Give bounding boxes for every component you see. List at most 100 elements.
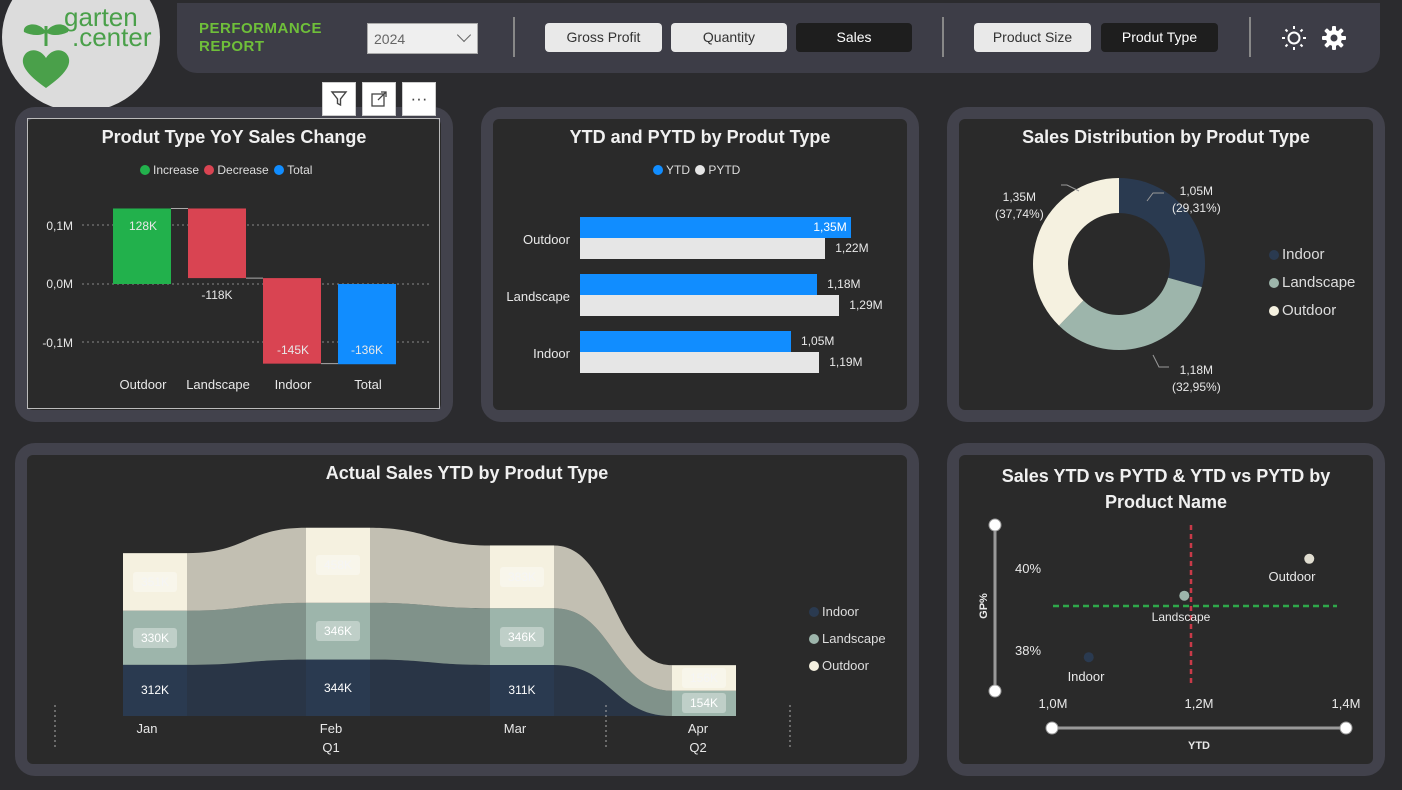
legend-landscape: Landscape bbox=[1282, 274, 1356, 291]
x-tick: Total bbox=[354, 377, 382, 392]
product-size-button[interactable]: Product Size bbox=[974, 23, 1091, 52]
quarter-tick: Q1 bbox=[322, 740, 340, 755]
legend-indoor: Indoor bbox=[822, 604, 859, 619]
legend-dot-landscape bbox=[809, 634, 819, 644]
ribbon-chart bbox=[54, 527, 791, 747]
year-dropdown[interactable]: 2024 bbox=[367, 23, 478, 54]
x-tick: Indoor bbox=[274, 377, 312, 392]
ribbon-value-badge: 383K bbox=[500, 566, 544, 587]
quarter-tick: Q2 bbox=[689, 740, 707, 755]
y-range-slider-handle[interactable] bbox=[988, 684, 1002, 698]
x-tick: Landscape bbox=[186, 377, 250, 392]
scatter-point-indoor[interactable] bbox=[1083, 652, 1094, 663]
report-title: PERFORMANCE REPORT bbox=[199, 20, 322, 56]
bar-value-label: 1,18M bbox=[827, 277, 861, 291]
slice-value: 1,35M bbox=[1002, 190, 1037, 204]
slice-value: 1,05M bbox=[1179, 184, 1214, 198]
logo-text: garten .center bbox=[64, 4, 152, 50]
more-options-icon[interactable]: ··· bbox=[402, 82, 436, 116]
pytd-bar[interactable] bbox=[580, 238, 826, 259]
chevron-down-icon bbox=[456, 27, 472, 43]
scatter-point-outdoor[interactable] bbox=[1304, 553, 1315, 564]
divider bbox=[513, 17, 515, 57]
point-label: Indoor bbox=[1067, 669, 1105, 684]
slice-pct: (29,31%) bbox=[1172, 201, 1221, 215]
x-axis-label: YTD bbox=[1188, 740, 1210, 752]
gear-icon[interactable] bbox=[1321, 25, 1347, 51]
y-tick: Landscape bbox=[506, 289, 570, 304]
ytd-bar[interactable] bbox=[580, 331, 792, 352]
ytd-bars-panel: YTD and PYTD by Produt Type YTD PYTD 1,3… bbox=[481, 107, 919, 422]
focus-mode-icon[interactable] bbox=[362, 82, 396, 116]
sales-button[interactable]: Sales bbox=[796, 23, 912, 52]
legend-dot-landscape bbox=[1269, 278, 1279, 288]
waterfall-chart bbox=[82, 207, 432, 365]
ribbon-landscape[interactable] bbox=[370, 602, 490, 665]
divider bbox=[942, 17, 944, 57]
ribbon-landscape[interactable] bbox=[187, 602, 306, 665]
waterfall-visual[interactable]: Produt Type YoY Sales Change Increase De… bbox=[27, 119, 441, 410]
donut-panel: Sales Distribution by Produt Type 1,05M … bbox=[947, 107, 1385, 422]
bar-label: 128K bbox=[128, 219, 158, 233]
product-type-button[interactable]: Produt Type bbox=[1101, 23, 1218, 52]
point-label: Landscape bbox=[1151, 610, 1211, 624]
bar-value-label: 1,35M bbox=[813, 220, 847, 234]
bar-label: -145K bbox=[276, 343, 310, 357]
bar-value-label: 1,22M bbox=[835, 241, 869, 255]
legend-dot-outdoor bbox=[1269, 306, 1279, 316]
scatter-panel: Sales YTD vs PYTD & YTD vs PYTD by Produ… bbox=[947, 443, 1385, 776]
waterfall-panel: Produt Type YoY Sales Change Increase De… bbox=[15, 107, 453, 422]
legend-ytd: YTD bbox=[666, 163, 690, 177]
waterfall-bar[interactable] bbox=[188, 208, 246, 279]
slice-pct: (32,95%) bbox=[1172, 380, 1221, 394]
leader-line bbox=[1061, 184, 1080, 192]
x-range-slider-handle[interactable] bbox=[1045, 721, 1059, 735]
ribbon-value-badge: 346K bbox=[500, 626, 544, 647]
report-title-line2: REPORT bbox=[199, 38, 265, 55]
ribbon-value-badge: 330K bbox=[133, 627, 177, 648]
header-bar: PERFORMANCE REPORT 2024 Gross Profit Qua… bbox=[177, 3, 1380, 73]
scatter-point-landscape[interactable] bbox=[1179, 590, 1190, 601]
ribbon-value-badge: 312K bbox=[140, 683, 170, 698]
x-range-slider-handle[interactable] bbox=[1339, 721, 1353, 735]
ytd-bar[interactable] bbox=[580, 217, 852, 238]
x-tick: Feb bbox=[319, 721, 343, 736]
scatter-visual[interactable]: Sales YTD vs PYTD & YTD vs PYTD by Produ… bbox=[959, 455, 1373, 764]
bar-value-label: 1,29M bbox=[849, 298, 883, 312]
gross-profit-button[interactable]: Gross Profit bbox=[545, 23, 662, 52]
donut-label-landscape: 1,18M (32,95%) bbox=[1172, 362, 1221, 396]
filter-icon[interactable] bbox=[322, 82, 356, 116]
y-tick: Indoor bbox=[533, 346, 570, 361]
donut-visual[interactable]: Sales Distribution by Produt Type 1,05M … bbox=[959, 119, 1373, 410]
x-tick: 1,0M bbox=[1038, 696, 1068, 711]
y-tick: -0,1M bbox=[42, 336, 73, 350]
donut-slice-outdoor[interactable] bbox=[1033, 178, 1119, 326]
leader-line bbox=[1152, 354, 1169, 368]
ribbon-outdoor[interactable] bbox=[370, 527, 490, 609]
ytd-bars-visual[interactable]: YTD and PYTD by Produt Type YTD PYTD 1,3… bbox=[493, 119, 907, 410]
divider bbox=[1249, 17, 1251, 57]
ribbon-panel: Actual Sales YTD by Produt Type 312K 344K… bbox=[15, 443, 919, 776]
pytd-bar[interactable] bbox=[580, 295, 840, 316]
bar-label: -136K bbox=[350, 343, 384, 357]
ytd-bar[interactable] bbox=[580, 274, 818, 295]
sun-icon[interactable] bbox=[1281, 25, 1307, 51]
quantity-button[interactable]: Quantity bbox=[671, 23, 787, 52]
ribbon-visual[interactable]: Actual Sales YTD by Produt Type 312K 344K… bbox=[27, 455, 907, 764]
ribbon-legend: Indoor Landscape Outdoor bbox=[809, 598, 886, 679]
y-tick: Outdoor bbox=[523, 232, 570, 247]
pytd-bar[interactable] bbox=[580, 352, 820, 373]
bar-value-label: 1,19M bbox=[829, 355, 863, 369]
y-tick: 40% bbox=[1015, 561, 1042, 576]
legend-dot-indoor bbox=[809, 607, 819, 617]
ribbon-outdoor[interactable] bbox=[187, 527, 306, 611]
ribbon-indoor[interactable] bbox=[370, 659, 490, 716]
logo: garten .center bbox=[2, 0, 160, 112]
donut-label-indoor: 1,05M (29,31%) bbox=[1172, 183, 1221, 217]
donut-legend: Indoor Landscape Outdoor bbox=[1269, 241, 1355, 325]
donut-slice-landscape[interactable] bbox=[1058, 277, 1202, 350]
legend-dot-ytd bbox=[653, 165, 663, 175]
ribbon-indoor[interactable] bbox=[187, 659, 306, 716]
bar-value-label: 1,05M bbox=[801, 334, 835, 348]
y-range-slider-handle[interactable] bbox=[988, 518, 1002, 532]
